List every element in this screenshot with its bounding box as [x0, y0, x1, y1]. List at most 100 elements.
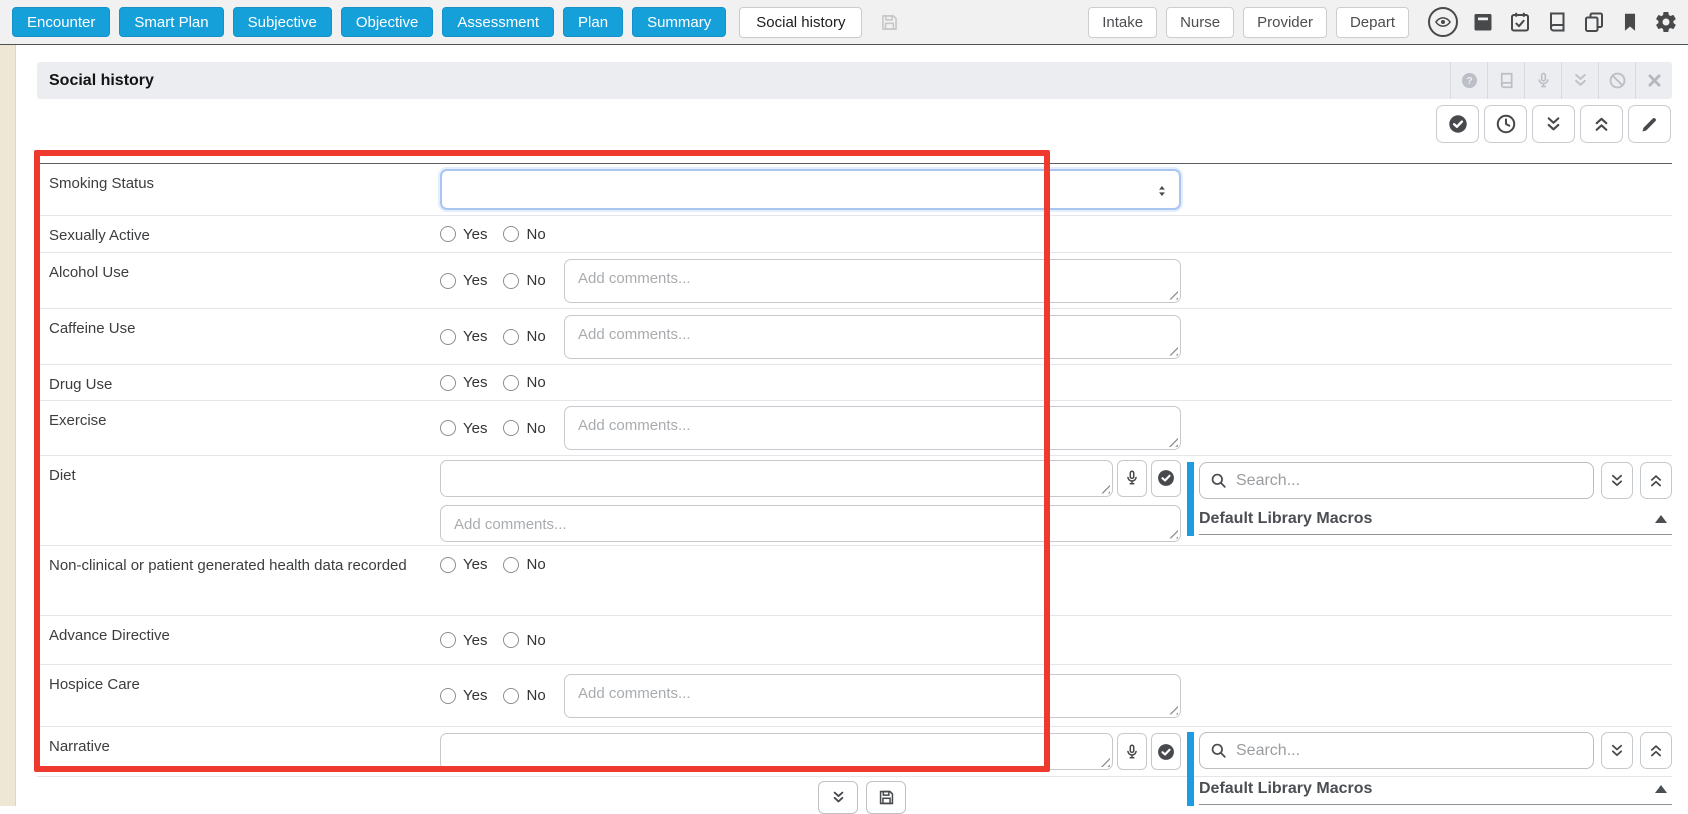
- narrative-microphone-button[interactable]: [1117, 733, 1147, 770]
- section-header: Social history ?: [37, 62, 1672, 99]
- radio-yes[interactable]: [440, 328, 456, 345]
- macros-search-input[interactable]: [1199, 462, 1594, 499]
- diet-check-button[interactable]: [1151, 459, 1181, 497]
- toolbar-right-group: Intake Nurse Provider Depart: [1088, 6, 1678, 38]
- save-tab-icon: [879, 12, 900, 33]
- radio-no[interactable]: [503, 328, 520, 345]
- row-smoking-status: Smoking Status: [37, 164, 1672, 216]
- collapse-all-button[interactable]: [1580, 105, 1623, 143]
- section-title: Social history: [49, 71, 154, 89]
- radio-yes[interactable]: [440, 687, 456, 704]
- alcohol-use-radio-group: Yes No: [440, 272, 552, 289]
- footer-save-button[interactable]: [866, 781, 906, 814]
- radio-no[interactable]: [503, 420, 520, 436]
- radio-yes[interactable]: [440, 420, 456, 436]
- exercise-comments-input[interactable]: [564, 406, 1181, 450]
- close-icon[interactable]: [1635, 62, 1672, 99]
- history-clock-button[interactable]: [1484, 105, 1527, 143]
- book-icon[interactable]: [1487, 62, 1524, 99]
- nav-button-assessment[interactable]: Assessment: [442, 7, 555, 37]
- diet-comments-input[interactable]: [440, 504, 1181, 542]
- archive-icon[interactable]: [1471, 10, 1495, 34]
- tab-social-history[interactable]: Social history: [739, 6, 863, 38]
- radio-no[interactable]: [503, 374, 520, 391]
- toolbar-icon-group: [1428, 7, 1678, 37]
- radio-no[interactable]: [503, 632, 520, 648]
- panel-accent-bar: [1187, 732, 1194, 806]
- radio-yes[interactable]: [440, 272, 456, 289]
- nav-button-subjective[interactable]: Subjective: [232, 7, 332, 37]
- radio-yes-label: Yes: [463, 631, 488, 649]
- row-hospice-care: Hospice Care Yes No: [37, 665, 1672, 727]
- radio-yes-label: Yes: [463, 687, 488, 704]
- macros-panel-diet: Default Library Macros: [1187, 462, 1672, 536]
- radio-no-label: No: [526, 419, 546, 437]
- phase-button-nurse[interactable]: Nurse: [1166, 6, 1235, 38]
- nav-button-objective[interactable]: Objective: [340, 7, 434, 37]
- row-label: Alcohol Use: [49, 264, 130, 281]
- phase-button-provider[interactable]: Provider: [1243, 6, 1327, 38]
- nav-button-smart-plan[interactable]: Smart Plan: [119, 7, 224, 37]
- radio-no[interactable]: [503, 272, 520, 289]
- panel-expand-button[interactable]: [1601, 732, 1633, 769]
- radio-no-label: No: [526, 687, 546, 704]
- macros-group-title: Default Library Macros: [1199, 780, 1373, 797]
- eye-icon[interactable]: [1428, 7, 1458, 37]
- radio-no-label: No: [526, 631, 546, 649]
- form-footer-buttons: [818, 781, 906, 814]
- bookmark-icon[interactable]: [1619, 11, 1641, 33]
- hospice-care-comments-input[interactable]: [564, 673, 1181, 718]
- diet-microphone-button[interactable]: [1117, 459, 1147, 497]
- panel-collapse-button[interactable]: [1640, 462, 1672, 499]
- panel-collapse-button[interactable]: [1640, 732, 1672, 769]
- expand-all-button[interactable]: [1532, 105, 1575, 143]
- row-drug-use: Drug Use Yes No: [37, 365, 1672, 401]
- phase-button-depart[interactable]: Depart: [1335, 6, 1409, 38]
- section-header-icons: ?: [1450, 62, 1672, 99]
- macros-group-header[interactable]: Default Library Macros: [1199, 504, 1672, 535]
- calendar-check-icon[interactable]: [1508, 10, 1532, 34]
- row-label: Hospice Care: [49, 676, 140, 693]
- macros-group-header[interactable]: Default Library Macros: [1199, 774, 1672, 805]
- check-circle-button[interactable]: [1436, 105, 1479, 143]
- caffeine-use-radio-group: Yes No: [440, 328, 552, 345]
- radio-no[interactable]: [503, 556, 520, 573]
- non-clinical-radio-group: Yes No: [440, 556, 552, 573]
- radio-yes-label: Yes: [463, 374, 488, 391]
- caffeine-use-comments-input[interactable]: [564, 314, 1181, 359]
- diet-text-input[interactable]: [440, 459, 1113, 497]
- row-exercise: Exercise Yes No: [37, 401, 1672, 456]
- radio-no[interactable]: [503, 687, 520, 704]
- macros-panel-narrative: Default Library Macros: [1187, 732, 1672, 806]
- radio-no[interactable]: [503, 226, 520, 242]
- edit-pencil-button[interactable]: [1628, 105, 1671, 143]
- sexually-active-radio-group: Yes No: [440, 226, 552, 243]
- footer-expand-button[interactable]: [818, 781, 858, 814]
- select-stepper-icon: [1154, 180, 1170, 202]
- panel-expand-button[interactable]: [1601, 462, 1633, 499]
- phase-button-intake[interactable]: Intake: [1088, 6, 1158, 38]
- row-sexually-active: Sexually Active Yes No: [37, 216, 1672, 253]
- narrative-check-button[interactable]: [1151, 733, 1181, 770]
- nav-button-encounter[interactable]: Encounter: [12, 7, 111, 37]
- help-icon[interactable]: ?: [1450, 62, 1487, 99]
- smoking-status-select[interactable]: [440, 169, 1181, 210]
- collapse-icon[interactable]: [1561, 62, 1598, 99]
- row-label: Advance Directive: [49, 627, 170, 644]
- microphone-icon[interactable]: [1524, 62, 1561, 99]
- book-icon[interactable]: [1545, 10, 1569, 34]
- radio-yes[interactable]: [440, 374, 456, 391]
- settings-icon[interactable]: [1654, 10, 1678, 34]
- top-toolbar: Encounter Smart Plan Subjective Objectiv…: [0, 0, 1688, 45]
- copy-icon[interactable]: [1582, 10, 1606, 34]
- panel-accent-bar: [1187, 462, 1194, 536]
- narrative-text-input[interactable]: [440, 733, 1113, 770]
- radio-yes[interactable]: [440, 556, 456, 573]
- nav-button-summary[interactable]: Summary: [632, 7, 727, 37]
- radio-yes[interactable]: [440, 632, 456, 648]
- alcohol-use-comments-input[interactable]: [564, 258, 1181, 303]
- macros-search-input[interactable]: [1199, 732, 1594, 769]
- nav-button-plan[interactable]: Plan: [563, 7, 624, 37]
- ban-icon[interactable]: [1598, 62, 1635, 99]
- radio-yes[interactable]: [440, 226, 456, 242]
